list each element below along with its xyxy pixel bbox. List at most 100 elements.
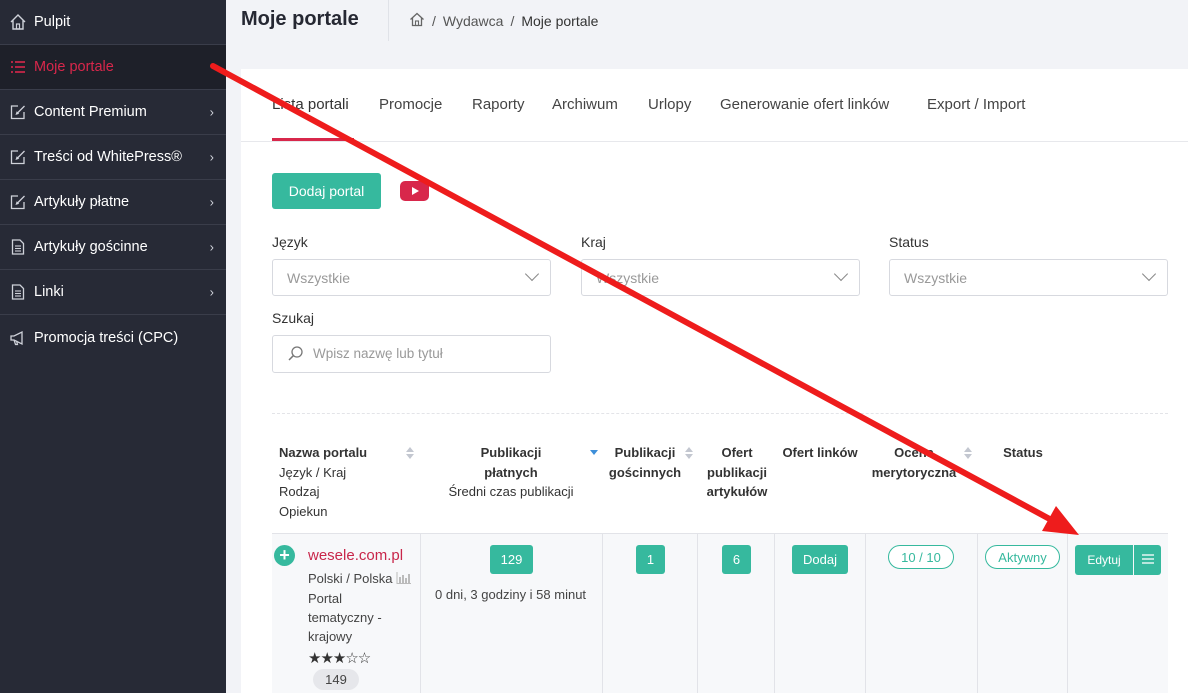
column-divider <box>602 534 603 693</box>
megaphone-icon <box>8 328 28 348</box>
chevron-right-icon: › <box>209 149 214 165</box>
sidebar-item-artykuly-platne[interactable]: Artykuły płatne › <box>0 180 226 225</box>
home-icon[interactable] <box>409 12 425 30</box>
header-line: Ocena <box>894 445 934 460</box>
sidebar: Pulpit Moje portale Content Premium › Tr… <box>0 0 226 693</box>
add-link-offer-button[interactable]: Dodaj <box>792 545 848 574</box>
tab-bar: Lista portali Promocje Raporty Archiwum … <box>241 69 1188 142</box>
portal-type-line: krajowy <box>308 629 353 644</box>
column-divider <box>977 534 978 693</box>
hamburger-icon <box>1141 551 1154 569</box>
header-line: Ofert <box>721 445 753 460</box>
country-select[interactable]: Wszystkie <box>581 259 860 296</box>
article-offers-badge[interactable]: 6 <box>722 545 751 574</box>
sidebar-item-linki[interactable]: Linki › <box>0 270 226 315</box>
search-icon <box>287 345 304 365</box>
breadcrumb-item-wydawca[interactable]: Wydawca <box>443 13 504 29</box>
filter-language-label: Język <box>272 234 308 250</box>
sort-icon[interactable] <box>406 447 414 459</box>
sidebar-item-content-premium[interactable]: Content Premium › <box>0 90 226 135</box>
search-input[interactable]: Wpisz nazwę lub tytuł <box>272 335 551 373</box>
active-tab-indicator <box>272 138 354 141</box>
row-menu-button[interactable] <box>1134 545 1161 575</box>
list-icon <box>8 57 28 77</box>
page-header: Moje portale / Wydawca / Moje portale <box>226 0 1188 41</box>
header-line: płatnych <box>484 464 538 480</box>
header-line: publikacji <box>707 464 767 480</box>
sidebar-item-label: Treści od WhitePress® <box>34 149 182 165</box>
tab-promocje[interactable]: Promocje <box>379 96 442 113</box>
chevron-right-icon: › <box>209 194 214 210</box>
chevron-down-icon <box>1141 266 1157 282</box>
language-select[interactable]: Wszystkie <box>272 259 551 296</box>
edit-icon <box>8 147 28 167</box>
page-title: Moje portale <box>241 8 359 30</box>
youtube-icon[interactable] <box>400 181 429 201</box>
column-divider <box>420 534 421 693</box>
column-divider <box>697 534 698 693</box>
portal-lang-country: Polski / Polska <box>308 569 412 589</box>
guest-publications-badge[interactable]: 1 <box>636 545 665 574</box>
header-line: Publikacji <box>480 445 542 460</box>
add-portal-button[interactable]: Dodaj portal <box>272 173 381 209</box>
column-header-guest[interactable]: Publikacji gościnnych <box>604 443 686 482</box>
header-line: Średni czas publikacji <box>448 484 574 499</box>
status-badge: Aktywny <box>985 545 1060 569</box>
sidebar-item-label: Pulpit <box>34 14 71 30</box>
expand-row-button[interactable]: + <box>274 545 295 566</box>
portal-type-line: Portal <box>308 591 342 606</box>
rating-pill: 10 / 10 <box>888 545 954 569</box>
edit-button[interactable]: Edytuj <box>1075 545 1133 575</box>
sidebar-item-label: Moje portale <box>34 59 114 75</box>
search-placeholder: Wpisz nazwę lub tytuł <box>313 346 443 361</box>
divider <box>272 413 1168 414</box>
chevron-right-icon: › <box>209 239 214 255</box>
country-select-value: Wszystkie <box>596 270 659 286</box>
document-icon <box>8 282 28 302</box>
chevron-down-icon <box>524 266 540 282</box>
stats-chart-icon[interactable] <box>396 570 412 589</box>
tab-export-import[interactable]: Export / Import <box>927 96 1025 113</box>
chevron-down-icon <box>833 266 849 282</box>
sidebar-item-tresci-whitepress[interactable]: Treści od WhitePress® › <box>0 135 226 180</box>
portal-link[interactable]: wesele.com.pl <box>308 547 403 564</box>
edit-icon <box>8 192 28 212</box>
sidebar-item-artykuly-goscinne[interactable]: Artykuły gościnne › <box>0 225 226 270</box>
sidebar-item-moje-portale[interactable]: Moje portale <box>0 45 226 90</box>
tab-urlopy[interactable]: Urlopy <box>648 96 691 113</box>
header-line: Nazwa portalu <box>279 445 368 460</box>
tab-raporty[interactable]: Raporty <box>472 96 525 113</box>
sidebar-item-label: Artykuły płatne <box>34 194 130 210</box>
column-header-offers[interactable]: Ofert publikacji artykułów <box>697 443 777 502</box>
column-divider <box>865 534 866 693</box>
tab-lista-portali[interactable]: Lista portali <box>272 96 349 113</box>
sort-desc-icon[interactable] <box>590 446 598 458</box>
breadcrumb-separator: / <box>432 13 436 29</box>
column-header-paid[interactable]: Publikacji płatnych Średni czas publikac… <box>427 443 595 502</box>
header-line: Język / Kraj <box>279 464 347 480</box>
sort-icon[interactable] <box>964 447 972 459</box>
portal-type-line: tematyczny - <box>308 610 382 625</box>
home-icon <box>8 12 28 32</box>
tab-generowanie-ofert[interactable]: Generowanie ofert linków <box>720 96 889 113</box>
column-header-rating[interactable]: Ocena merytoryczna <box>865 443 963 482</box>
column-header-name[interactable]: Nazwa portalu Język / Kraj Rodzaj Opieku… <box>279 443 367 521</box>
breadcrumb: / Wydawca / Moje portale <box>409 12 598 30</box>
sidebar-item-pulpit[interactable]: Pulpit <box>0 0 226 45</box>
column-divider <box>1067 534 1068 693</box>
paid-publications-badge[interactable]: 129 <box>490 545 533 574</box>
divider <box>388 0 389 41</box>
breadcrumb-item-current: Moje portale <box>521 13 599 29</box>
breadcrumb-separator: / <box>510 13 515 29</box>
column-header-links: Ofert linków <box>782 445 858 460</box>
header-line: Rodzaj <box>279 484 320 499</box>
portal-type: Portal tematyczny - krajowy <box>308 589 382 646</box>
tab-archiwum[interactable]: Archiwum <box>552 96 618 113</box>
chevron-right-icon: › <box>209 284 214 300</box>
status-select[interactable]: Wszystkie <box>889 259 1168 296</box>
sidebar-item-promocja-cpc[interactable]: Promocja treści (CPC) <box>0 315 226 360</box>
sort-icon[interactable] <box>685 447 693 459</box>
header-line: gościnnych <box>608 464 682 480</box>
sidebar-item-label: Content Premium <box>34 104 147 120</box>
column-header-status: Status <box>1003 445 1043 460</box>
